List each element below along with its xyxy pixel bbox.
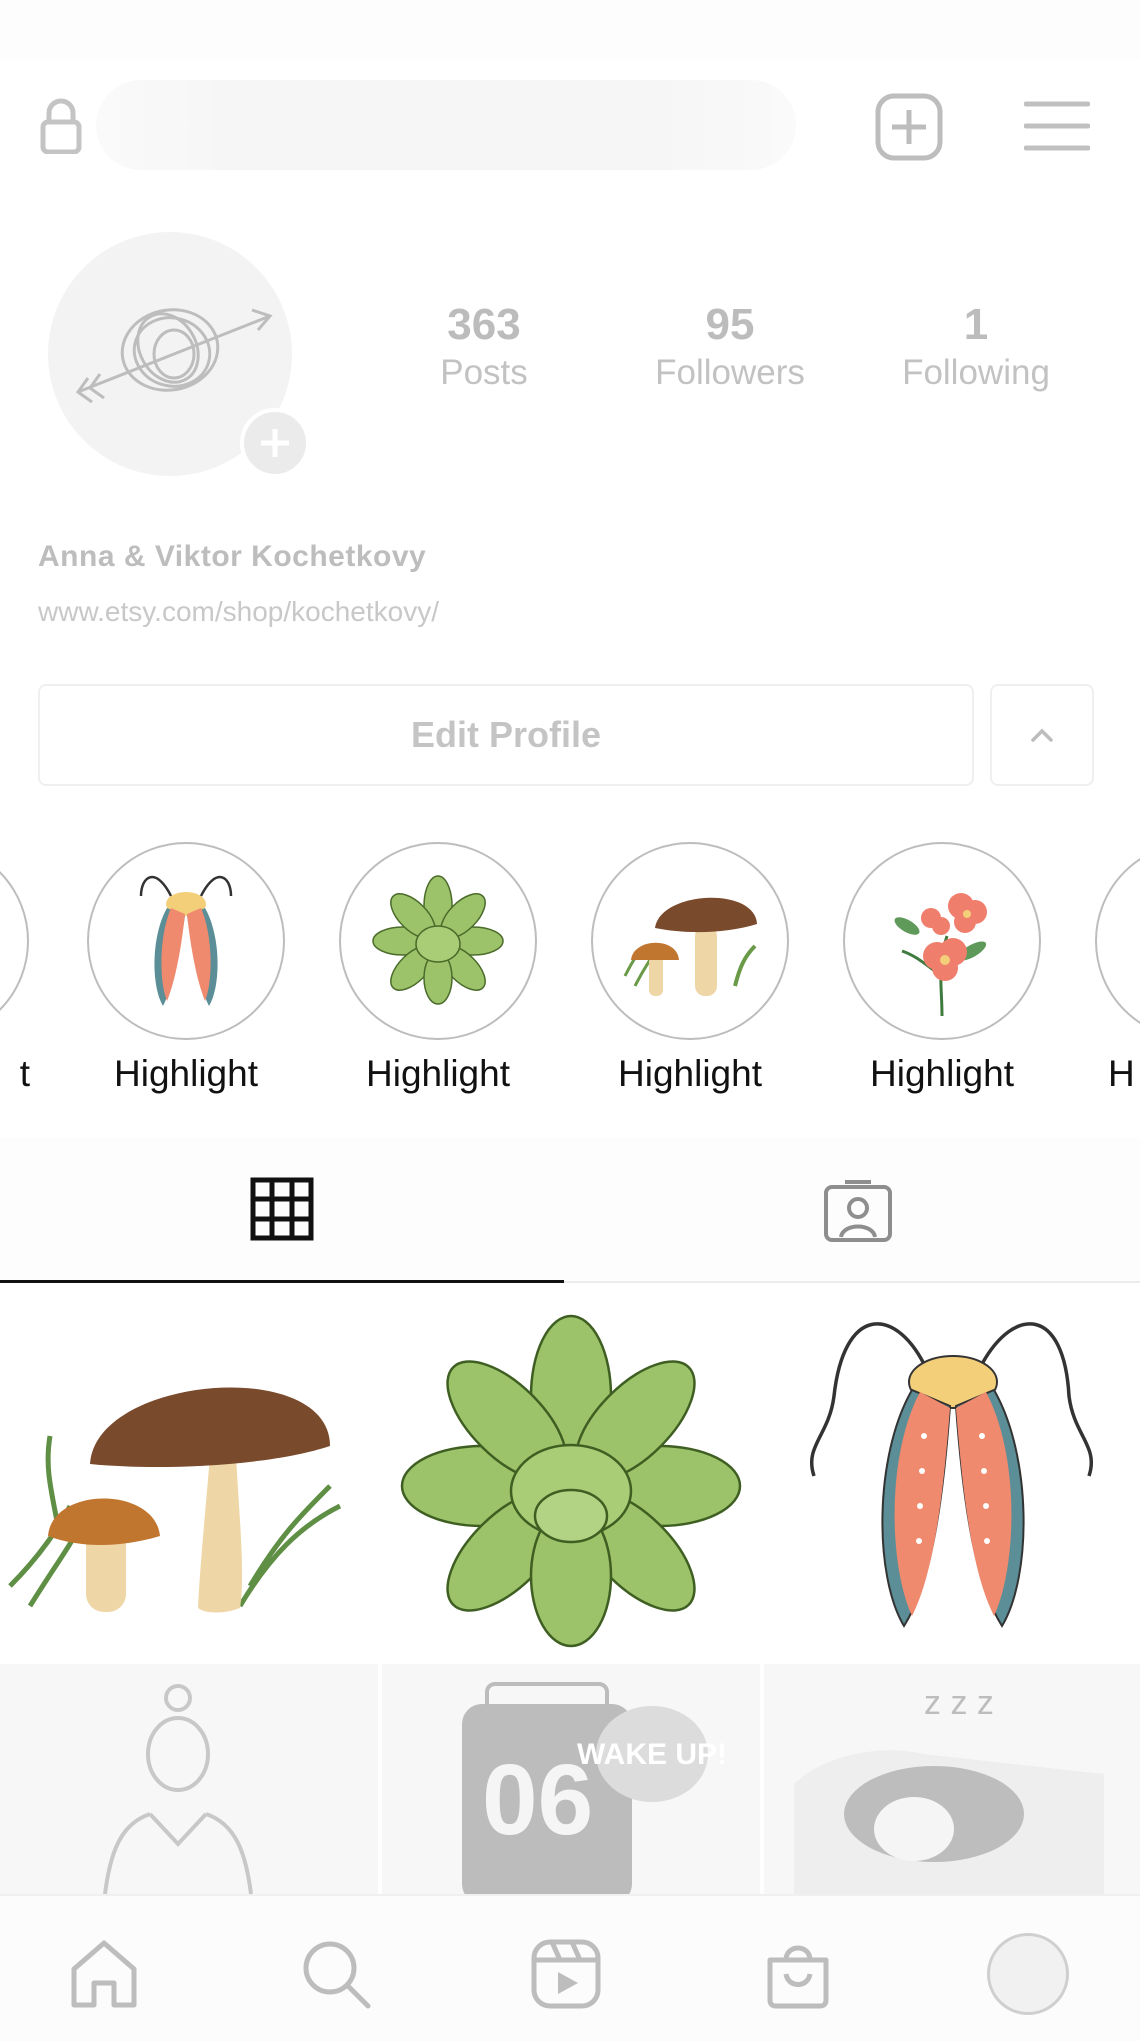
highlight-item[interactable]: Highlight [338,842,538,1096]
highlight-item[interactable]: Highlight [842,842,1042,1096]
post-thumbnail[interactable]: 06 WAKE UP! [382,1664,760,1894]
succulent-icon [372,875,504,1005]
partial-highlight-icon [0,842,29,1040]
moth-icon [810,1322,1093,1628]
highlight-label: H [1108,1053,1135,1094]
highlight-item[interactable]: t [0,842,30,1096]
highlight-item[interactable]: Highlight [86,842,286,1096]
nav-profile[interactable] [986,1932,1070,2016]
chevron-up-icon [1031,728,1053,742]
suggestions-toggle-button[interactable] [990,684,1094,786]
status-bar-area [0,0,1140,60]
moth-icon [139,875,233,1006]
hamburger-menu-icon[interactable] [1024,96,1090,156]
post-thumbnail[interactable] [382,1286,760,1664]
nav-home[interactable] [62,1932,146,2016]
plus-square-icon[interactable] [874,92,944,162]
edit-profile-button[interactable]: Edit Profile [38,684,974,786]
mushroom-icon [623,897,757,996]
reels-icon [531,1939,601,2009]
story-highlights: t Highlight Highlight Highlight Highligh… [0,828,1140,1118]
highlight-item[interactable]: Highlight [590,842,790,1096]
posts-label: Posts [440,353,528,392]
highlight-label: Highlight [114,1053,258,1094]
shop-bag-icon [767,1945,829,2009]
lock-icon [40,98,82,154]
username-switcher[interactable] [96,80,796,170]
followers-stat[interactable]: 95 Followers [620,300,840,396]
home-icon [71,1940,137,2008]
highlight-label: t [19,1053,30,1094]
tagged-person-icon [824,1179,892,1242]
highlight-label: Highlight [366,1053,510,1094]
search-icon [303,1941,371,2009]
bottom-navigation [0,1894,1140,2041]
tab-tagged[interactable] [576,1138,1140,1283]
posts-stat[interactable]: 363 Posts [374,300,594,396]
wake-up-text: WAKE UP! [577,1738,727,1771]
posts-count: 363 [447,300,521,349]
girl-figure-icon [103,1684,253,1894]
zzz-text: z z z [924,1684,994,1722]
followers-count: 95 [705,300,755,349]
website-link[interactable]: www.etsy.com/shop/kochetkovy/ [38,596,439,628]
partial-highlight-icon [1095,842,1140,1040]
mushroom-icon [8,1387,342,1613]
highlight-label: Highlight [618,1053,762,1094]
add-story-icon[interactable] [240,408,310,478]
following-label: Following [902,353,1050,392]
profile-tabs [0,1138,1140,1283]
display-name: Anna & Viktor Kochetkovy [38,540,427,573]
followers-label: Followers [655,353,805,392]
following-count: 1 [963,300,989,349]
nav-search[interactable] [294,1932,378,2016]
succulent-icon [400,1314,742,1648]
highlight-item[interactable]: H [1094,842,1140,1096]
following-stat[interactable]: 1 Following [866,300,1086,396]
flower-icon [894,893,987,1017]
nav-shop[interactable] [756,1932,840,2016]
nav-reels[interactable] [524,1932,608,2016]
profile-avatar-icon [987,1933,1069,2015]
post-thumbnail[interactable] [764,1286,1140,1664]
post-thumbnail[interactable] [0,1286,378,1664]
grid-icon [250,1177,314,1241]
post-thumbnail[interactable]: z z z [764,1664,1140,1894]
alarm-clock-icon: 06 WAKE UP! [462,1682,727,1894]
post-thumbnail[interactable] [0,1664,378,1894]
tab-grid[interactable] [0,1138,564,1283]
highlight-label: Highlight [870,1053,1014,1094]
sleeping-person-icon: z z z [794,1684,1104,1894]
